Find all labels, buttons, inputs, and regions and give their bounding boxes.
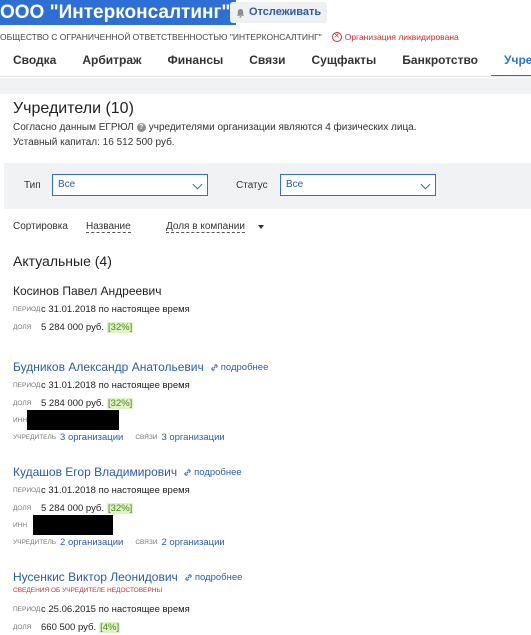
founder-item: Будников Александр Анатольевич подробнее… — [13, 360, 523, 443]
sort-by-name[interactable]: Название — [86, 221, 131, 233]
period-label: период — [13, 606, 41, 613]
capital-info: Уставный капитал: 16 512 500 руб. — [13, 137, 175, 148]
founder-period: с 31.01.2018 по настоящее время — [41, 304, 190, 315]
follow-button[interactable]: Отслеживать — [230, 2, 328, 23]
follow-label: Отслеживать — [249, 6, 322, 18]
type-select[interactable]: Все — [52, 174, 208, 196]
founder-period: с 31.01.2018 по настоящее время — [41, 380, 190, 391]
founder-period: с 25.06.2015 по настоящее время — [41, 604, 190, 615]
company-title: ООО "Интерконсалтинг" — [0, 0, 237, 25]
details-link[interactable]: подробнее — [184, 571, 243, 583]
chevron-down-icon — [420, 179, 431, 190]
period-label: период — [13, 382, 41, 389]
founder-of-link[interactable]: 3 организации — [60, 432, 123, 443]
details-link-label: подробнее — [194, 466, 242, 478]
founder-name-link[interactable]: Нусенкис Виктор Леонидович подробнее — [13, 570, 523, 584]
share-percent-badge: [32%] — [107, 322, 134, 333]
period-label: период — [13, 306, 41, 313]
share-label: доля — [13, 324, 32, 331]
founder-item: Кудашов Егор Владимирович подробнее пери… — [13, 465, 523, 548]
founder-name-link[interactable]: Будников Александр Анатольевич подробнее — [13, 360, 523, 374]
tab-summary[interactable]: Сводка — [0, 46, 69, 76]
section-tabs: Сводка Арбитраж Финансы Связи Сущфакты Б… — [0, 46, 531, 77]
founders-card: Учредители (10) Согласно данным ЕГРЮЛ ? … — [4, 94, 531, 635]
unreliable-warning: сведения об учредителе недостоверны — [13, 587, 163, 594]
founder-share: 660 500 руб. — [41, 622, 97, 633]
actual-section-title: Актуальные (4) — [13, 253, 112, 269]
status-badge: ✕ Организация ликвидирована — [331, 32, 459, 42]
share-label: доля — [13, 400, 32, 407]
status-select[interactable]: Все — [280, 174, 436, 196]
links-link[interactable]: 2 организации — [161, 537, 224, 548]
founder-of-label: учредитель — [13, 539, 57, 546]
founder-item: Нусенкис Виктор Леонидович подробнее све… — [13, 570, 523, 633]
inn-label: инн — [13, 416, 28, 424]
links-label: связи — [135, 434, 158, 441]
founder-of-label: учредитель — [13, 434, 57, 441]
share-percent-badge: [32%] — [107, 398, 134, 409]
share-percent-badge: [32%] — [107, 503, 134, 514]
redacted-inn — [33, 515, 113, 535]
bell-icon — [236, 8, 245, 18]
founder-share: 5 284 000 руб. — [41, 398, 105, 409]
founder-name: Будников Александр Анатольевич — [13, 360, 204, 374]
links-label: связи — [135, 539, 158, 546]
tab-arbitration[interactable]: Арбитраж — [69, 46, 154, 76]
tab-material-facts[interactable]: Сущфакты — [299, 46, 390, 76]
sort-label: Сортировка — [13, 221, 68, 232]
type-filter-label: Тип — [24, 180, 41, 191]
share-percent-badge: [4%] — [99, 622, 121, 633]
founder-name-link[interactable]: Кудашов Егор Владимирович подробнее — [13, 465, 523, 479]
founder-item: Косинов Павел Андреевич период с 31.01.2… — [13, 284, 523, 333]
founder-name: Нусенкис Виктор Леонидович — [13, 570, 178, 584]
founders-info: Согласно данным ЕГРЮЛ ? учредителями орг… — [13, 122, 417, 133]
inn-label: инн — [13, 521, 28, 529]
share-label: доля — [13, 505, 32, 512]
link-icon — [184, 468, 191, 476]
section-gutter — [0, 78, 531, 94]
tab-finance[interactable]: Финансы — [155, 46, 237, 76]
details-link[interactable]: подробнее — [183, 467, 242, 478]
details-link[interactable]: подробнее — [210, 361, 269, 373]
status-select-value: Все — [286, 179, 304, 190]
redacted-inn — [27, 410, 119, 430]
company-full-name: ОБЩЕСТВО С ОГРАНИЧЕННОЙ ОТВЕТСТВЕННОСТЬЮ… — [0, 32, 322, 42]
tab-founders[interactable]: Учред — [491, 46, 531, 76]
status-text: Организация ликвидирована — [344, 32, 459, 42]
share-label: доля — [13, 624, 32, 631]
founders-title: Учредители (10) — [13, 100, 134, 117]
founder-share: 5 284 000 руб. — [41, 322, 105, 333]
link-icon — [185, 573, 192, 581]
links-link[interactable]: 3 организации — [161, 432, 224, 443]
tab-links[interactable]: Связи — [236, 46, 298, 76]
question-icon[interactable]: ? — [136, 123, 146, 132]
founder-name: Косинов Павел Андреевич — [13, 284, 162, 298]
tab-bankruptcy[interactable]: Банкротство — [389, 46, 491, 76]
details-link-label: подробнее — [220, 361, 269, 373]
company-subline: ОБЩЕСТВО С ОГРАНИЧЕННОЙ ОТВЕТСТВЕННОСТЬЮ… — [0, 30, 531, 44]
type-select-value: Все — [58, 179, 76, 190]
caret-down-icon[interactable] — [258, 225, 264, 229]
founder-name: Кудашов Егор Владимирович — [13, 465, 178, 479]
info-suffix: учредителями организации являются 4 физи… — [148, 122, 417, 133]
chevron-down-icon — [192, 179, 203, 190]
close-circle-icon: ✕ — [331, 32, 342, 42]
sort-by-share[interactable]: Доля в компании — [166, 221, 245, 233]
details-link-label: подробнее — [194, 571, 243, 583]
filters-panel: Тип Все Статус Все — [4, 163, 531, 209]
period-label: период — [13, 487, 41, 494]
info-prefix: Согласно данным ЕГРЮЛ — [13, 122, 134, 133]
status-filter-label: Статус — [236, 180, 268, 191]
founder-share: 5 284 000 руб. — [41, 503, 105, 514]
founder-of-link[interactable]: 2 организации — [60, 537, 123, 548]
link-icon — [211, 363, 218, 371]
top-bar: ООО "Интерконсалтинг" Отслеживать — [0, 0, 531, 27]
founder-period: с 31.01.2018 по настоящее время — [41, 485, 190, 496]
